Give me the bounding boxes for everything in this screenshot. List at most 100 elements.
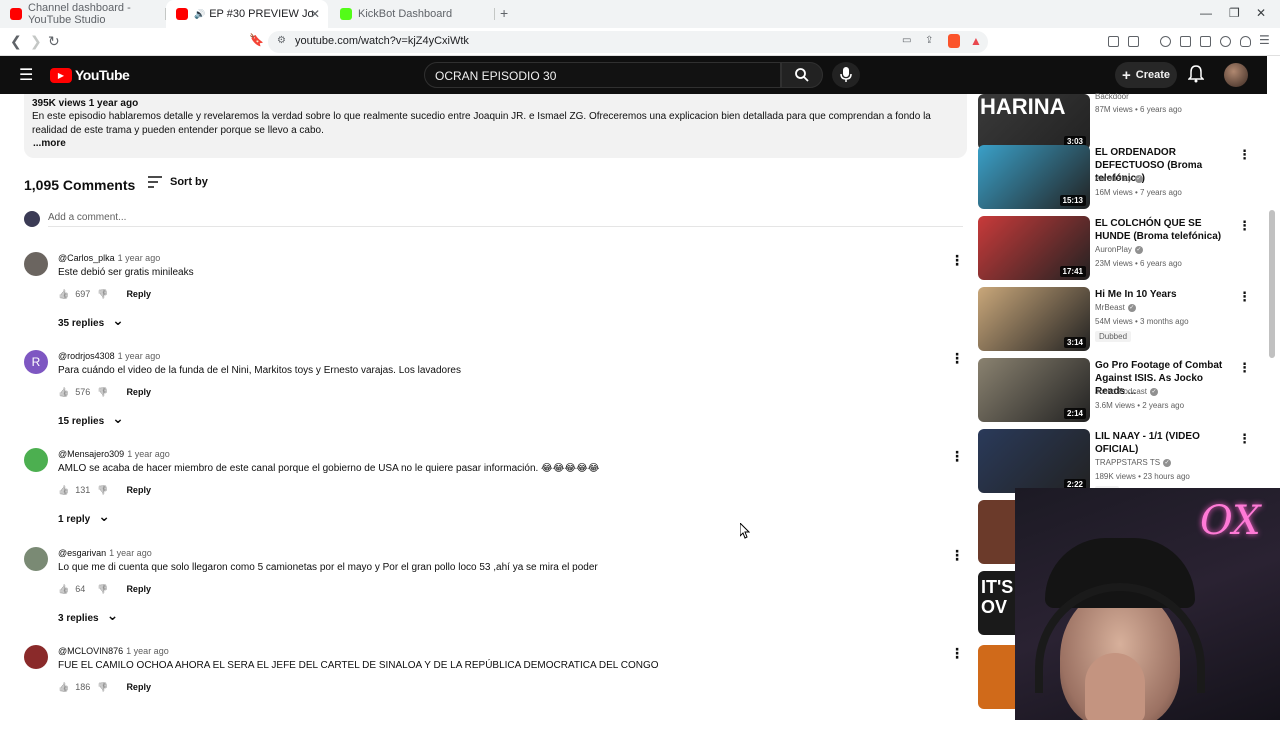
view-replies-button[interactable]: 1 reply ⌄	[58, 508, 110, 525]
share-icon[interactable]: ⇪	[925, 35, 933, 46]
comment-author[interactable]: @Mensajero309	[58, 449, 124, 459]
video-title[interactable]: EL COLCHÓN QUE SE HUNDE (Broma telefónic…	[1095, 217, 1235, 243]
video-thumbnail[interactable]: 3:03 HARINA	[978, 94, 1090, 150]
commenter-avatar[interactable]	[24, 645, 48, 669]
more-actions-icon[interactable]: ⋮	[950, 448, 964, 465]
more-actions-icon[interactable]: ⋮	[1238, 147, 1251, 163]
comment-time[interactable]: 1 year ago	[118, 253, 161, 263]
related-video[interactable]: 17:41 EL COLCHÓN QUE SE HUNDE (Broma tele…	[978, 216, 1263, 282]
scrollbar-thumb[interactable]	[1269, 210, 1275, 358]
bookmark-icon[interactable]: 🔖	[249, 33, 264, 47]
related-video[interactable]: 3:03 HARINA Backdoor 87M views • 6 years ag…	[978, 82, 1263, 150]
video-thumbnail[interactable]: 3:14	[978, 287, 1090, 351]
related-video[interactable]: 2:22 LIL NAAY - 1/1 (VIDEO OFICIAL) TRAPPS…	[978, 429, 1263, 497]
extension-icon[interactable]	[1108, 36, 1119, 47]
extension-icon[interactable]	[1128, 36, 1139, 47]
more-actions-icon[interactable]: ⋮	[1238, 431, 1251, 447]
notifications-bell-icon[interactable]	[1188, 65, 1204, 83]
reload-icon[interactable]: ↻	[48, 33, 60, 50]
close-window-icon[interactable]: ✕	[1256, 6, 1266, 20]
video-thumbnail[interactable]: 2:14	[978, 358, 1090, 422]
like-icon[interactable]: 👍	[58, 682, 69, 693]
view-replies-button[interactable]: 15 replies ⌄	[58, 410, 124, 427]
wallet-icon[interactable]	[1200, 36, 1211, 47]
menu-icon[interactable]: ☰	[1259, 33, 1270, 47]
leo-ai-icon[interactable]	[1220, 36, 1231, 47]
tab-youtube-studio[interactable]: Channel dashboard - YouTube Studio	[0, 0, 165, 28]
dislike-icon[interactable]: 👎	[97, 584, 108, 595]
dislike-icon[interactable]: 👎	[97, 387, 108, 398]
comment-time[interactable]: 1 year ago	[127, 449, 170, 459]
reply-button[interactable]: Reply	[126, 387, 151, 397]
comment-time[interactable]: 1 year ago	[126, 646, 169, 656]
tab-kickbot[interactable]: KickBot Dashboard	[330, 0, 495, 28]
like-icon[interactable]: 👍	[58, 584, 69, 595]
comment-author[interactable]: @Carlos_plka	[58, 253, 115, 263]
channel-name[interactable]: AuronPlay ✓	[1095, 174, 1143, 183]
channel-name[interactable]: Backdoor	[1095, 92, 1129, 101]
more-actions-icon[interactable]: ⋮	[950, 547, 964, 564]
channel-name[interactable]: MrBeast ✓	[1095, 303, 1136, 312]
cast-icon[interactable]: ▭	[902, 35, 911, 46]
view-replies-button[interactable]: 35 replies ⌄	[58, 312, 124, 329]
search-button[interactable]	[781, 62, 823, 88]
close-tab-icon[interactable]: ✕	[310, 7, 320, 21]
video-thumbnail[interactable]	[978, 645, 1018, 709]
dislike-icon[interactable]: 👎	[97, 485, 108, 496]
channel-name[interactable]: Jocko Podcast ✓	[1095, 387, 1159, 396]
dislike-icon[interactable]: 👎	[97, 289, 108, 300]
video-thumbnail[interactable]: 2:22	[978, 429, 1090, 493]
related-video[interactable]: 15:13 EL ORDENADOR DEFECTUOSO (Broma tele…	[978, 145, 1263, 211]
minimize-icon[interactable]: —	[1200, 6, 1212, 20]
dislike-icon[interactable]: 👎	[97, 682, 108, 693]
video-description[interactable]: 395K views 1 year ago En este episodio h…	[24, 94, 967, 158]
video-title[interactable]: Hi Me In 10 Years	[1095, 288, 1235, 301]
youtube-logo[interactable]: ▶ YouTube	[50, 67, 130, 83]
more-actions-icon[interactable]: ⋮	[1238, 218, 1251, 234]
more-actions-icon[interactable]: ⋮	[950, 252, 964, 269]
comment-author[interactable]: @rodrjos4308	[58, 351, 115, 361]
new-tab-button[interactable]: +	[500, 5, 508, 21]
media-icon[interactable]	[1160, 36, 1171, 47]
tab-current-video[interactable]: 🔊 EP #30 PREVIEW Joaquin JR ✕	[166, 0, 328, 28]
reply-button[interactable]: Reply	[126, 485, 151, 495]
reply-button[interactable]: Reply	[126, 584, 151, 594]
voice-search-button[interactable]	[832, 62, 860, 88]
brave-shields-icon[interactable]	[948, 34, 960, 48]
comment-author[interactable]: @MCLOVIN876	[58, 646, 123, 656]
sidebar-icon[interactable]	[1180, 36, 1191, 47]
video-thumbnail[interactable]	[978, 500, 1018, 564]
more-actions-icon[interactable]: ⋮	[1238, 360, 1251, 376]
site-info-icon[interactable]: ⚙	[277, 35, 286, 46]
more-actions-icon[interactable]: ⋮	[950, 645, 964, 662]
more-actions-icon[interactable]: ⋮	[950, 350, 964, 367]
brave-rewards-icon[interactable]: ▲	[970, 34, 982, 48]
more-actions-icon[interactable]: ⋮	[1238, 289, 1251, 305]
hamburger-menu-icon[interactable]: ☰	[19, 65, 33, 85]
address-bar[interactable]: ⚙ youtube.com/watch?v=kjZ4yCxiWtk ▭ ⇪ ▲	[268, 31, 988, 53]
video-thumbnail[interactable]: 17:41	[978, 216, 1090, 280]
reply-button[interactable]: Reply	[126, 289, 151, 299]
add-comment-input[interactable]: Add a comment...	[48, 212, 963, 227]
like-icon[interactable]: 👍	[58, 485, 69, 496]
video-thumbnail[interactable]: 15:13	[978, 145, 1090, 209]
video-title[interactable]: LIL NAAY - 1/1 (VIDEO OFICIAL)	[1095, 430, 1235, 456]
back-icon[interactable]: ❮	[10, 33, 22, 50]
like-icon[interactable]: 👍	[58, 289, 69, 300]
related-video[interactable]: 2:14 Go Pro Footage of Combat Against ISI…	[978, 358, 1263, 424]
view-replies-button[interactable]: 3 replies ⌄	[58, 607, 118, 624]
like-icon[interactable]: 👍	[58, 387, 69, 398]
vpn-icon[interactable]	[1240, 36, 1251, 47]
commenter-avatar[interactable]	[24, 252, 48, 276]
restore-icon[interactable]: ❐	[1229, 6, 1240, 20]
comment-time[interactable]: 1 year ago	[109, 548, 152, 558]
comment-time[interactable]: 1 year ago	[118, 351, 161, 361]
sort-by-button[interactable]: Sort by	[148, 176, 208, 188]
commenter-avatar[interactable]	[24, 448, 48, 472]
search-input[interactable]: OCRAN EPISODIO 30	[424, 62, 781, 88]
related-video[interactable]: 3:14 Hi Me In 10 Years MrBeast ✓ 54M views •…	[978, 287, 1263, 353]
commenter-avatar[interactable]: R	[24, 350, 48, 374]
channel-name[interactable]: AuronPlay ✓	[1095, 245, 1143, 254]
video-thumbnail[interactable]: IT'S OV	[978, 571, 1018, 635]
channel-name[interactable]: TRAPPSTARS TS ✓	[1095, 458, 1172, 467]
